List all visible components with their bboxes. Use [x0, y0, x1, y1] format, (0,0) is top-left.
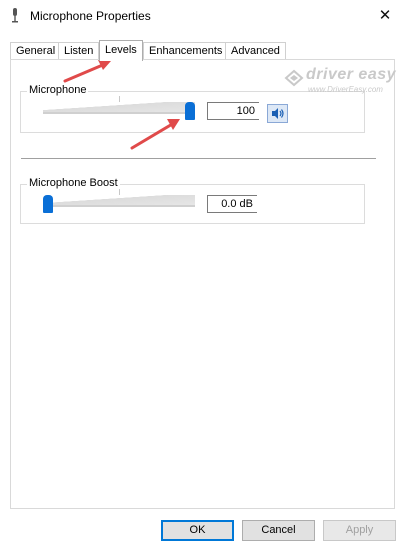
watermark-url: www.DriverEasy.com	[308, 85, 383, 94]
driver-easy-logo-icon	[284, 69, 304, 87]
slider-tick	[119, 96, 120, 102]
boost-slider-track[interactable]	[43, 195, 195, 207]
close-button[interactable]: ✕	[365, 0, 405, 32]
boost-slider-thumb[interactable]	[43, 195, 53, 213]
close-icon: ✕	[378, 7, 392, 24]
boost-group: Microphone Boost 0.0 dB	[20, 177, 365, 224]
separator-line	[21, 158, 376, 159]
annotation-arrow-icon	[63, 60, 111, 83]
title-bar: Microphone Properties ✕	[0, 0, 405, 32]
microphone-label: Microphone	[27, 84, 89, 96]
speaker-icon	[272, 108, 284, 119]
microphone-value-field[interactable]: 100	[207, 102, 259, 120]
tab-general[interactable]: General	[10, 42, 62, 60]
tab-advanced[interactable]: Advanced	[225, 42, 286, 60]
tab-levels[interactable]: Levels	[99, 40, 143, 61]
mute-button[interactable]	[267, 104, 288, 123]
cancel-button[interactable]: Cancel	[242, 520, 315, 541]
annotation-arrow-icon	[130, 119, 180, 150]
microphone-icon	[12, 8, 18, 23]
watermark: driver easy www.DriverEasy.com	[282, 66, 402, 96]
window-title: Microphone Properties	[30, 9, 151, 23]
watermark-brand: driver easy	[306, 66, 397, 83]
slider-tick	[119, 189, 120, 195]
boost-value-field[interactable]: 0.0 dB	[207, 195, 257, 213]
levels-panel: Microphone 100 Microphone Boost 0.0 dB	[10, 59, 395, 509]
ok-button[interactable]: OK	[161, 520, 234, 541]
boost-label: Microphone Boost	[27, 177, 120, 189]
tab-enhancements[interactable]: Enhancements	[143, 42, 229, 60]
microphone-group: Microphone 100	[20, 84, 365, 133]
dialog-window: Microphone Properties ✕ General Listen L…	[0, 0, 405, 550]
microphone-slider-thumb[interactable]	[185, 102, 195, 120]
apply-button[interactable]: Apply	[323, 520, 396, 541]
